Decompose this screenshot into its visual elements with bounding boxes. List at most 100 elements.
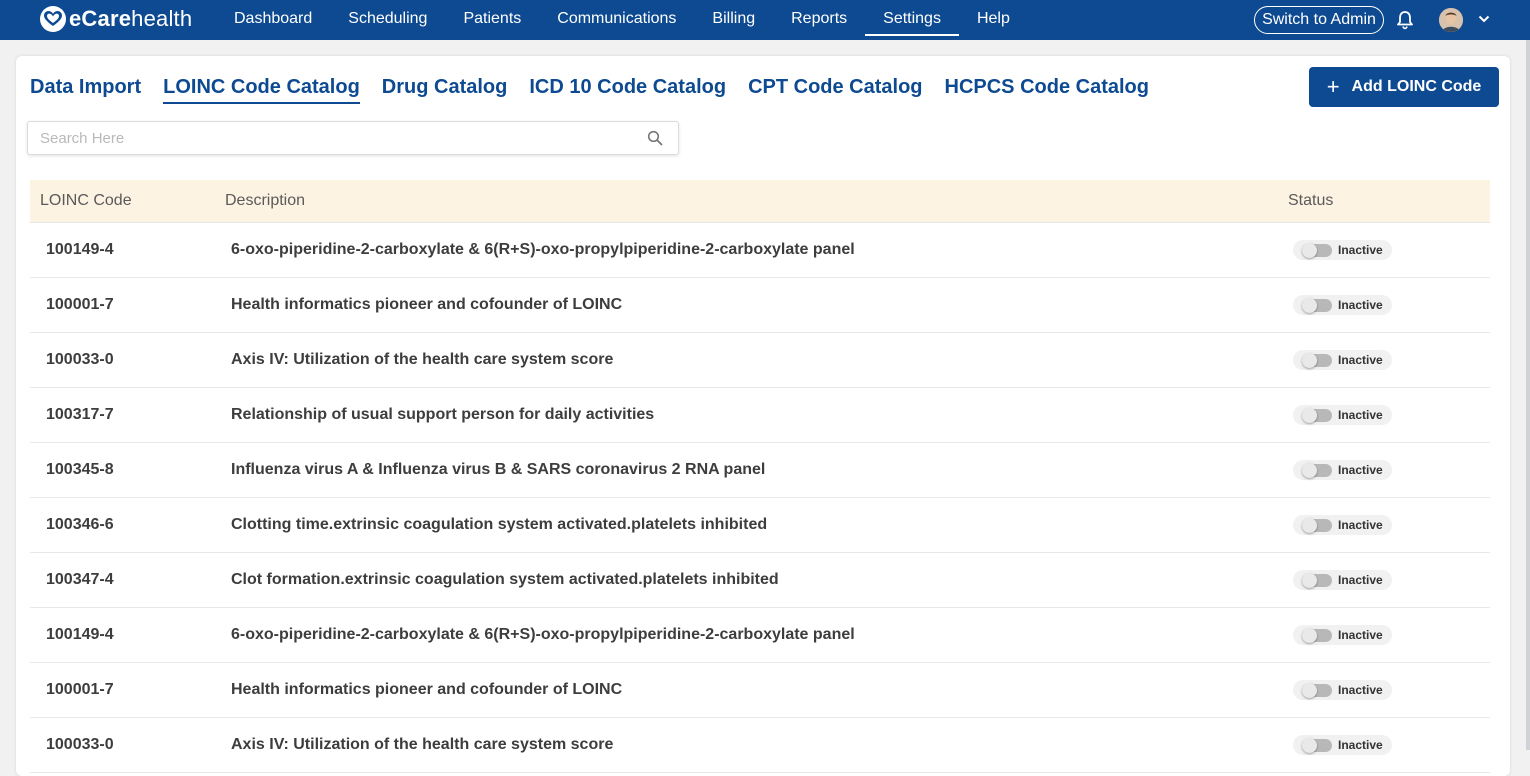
table-row[interactable]: 100317-7 Relationship of usual support p… xyxy=(30,388,1490,443)
catalog-card: Data Import LOINC Code Catalog Drug Cata… xyxy=(16,56,1510,776)
description-cell: Health informatics pioneer and cofounder… xyxy=(231,296,623,313)
add-loinc-code-button[interactable]: + Add LOINC Code xyxy=(1309,67,1499,107)
toggle-switch[interactable] xyxy=(1302,243,1332,258)
nav-help[interactable]: Help xyxy=(959,0,1028,40)
loinc-code-cell: 100033-0 xyxy=(46,736,114,753)
table-row[interactable]: 100001-7 Health informatics pioneer and … xyxy=(30,663,1490,718)
toggle-knob xyxy=(1302,298,1317,313)
column-header-description: Description xyxy=(225,192,306,209)
nav-reports[interactable]: Reports xyxy=(773,0,865,40)
toggle-knob xyxy=(1302,628,1317,643)
nav-communications[interactable]: Communications xyxy=(539,0,694,40)
loinc-code-cell: 100149-4 xyxy=(46,241,114,258)
table-header: LOINC Code Description Status xyxy=(30,180,1490,223)
status-toggle[interactable]: Inactive xyxy=(1293,460,1392,480)
table-row[interactable]: 100345-8 Influenza virus A & Influenza v… xyxy=(30,443,1490,498)
toggle-switch[interactable] xyxy=(1302,408,1332,423)
top-navbar: eCarehealth Dashboard Scheduling Patient… xyxy=(0,0,1530,40)
toggle-switch[interactable] xyxy=(1302,683,1332,698)
table-row[interactable]: 100346-6 Clotting time.extrinsic coagula… xyxy=(30,498,1490,553)
plus-icon: + xyxy=(1326,74,1340,99)
column-header-loinc-code: LOINC Code xyxy=(40,192,132,209)
description-cell: Axis IV: Utilization of the health care … xyxy=(231,736,614,753)
description-cell: Clot formation.extrinsic coagulation sys… xyxy=(231,571,779,588)
search-input[interactable] xyxy=(38,122,632,154)
logo-text: eCarehealth xyxy=(69,6,193,31)
heart-logo-icon xyxy=(40,6,66,32)
tab-drug-catalog[interactable]: Drug Catalog xyxy=(382,74,508,104)
toggle-knob xyxy=(1302,738,1317,753)
chevron-down-icon[interactable] xyxy=(1478,14,1490,24)
toggle-switch[interactable] xyxy=(1302,298,1332,313)
nav-patients[interactable]: Patients xyxy=(445,0,539,40)
status-toggle[interactable]: Inactive xyxy=(1293,625,1392,645)
status-label: Inactive xyxy=(1338,628,1383,642)
search-box xyxy=(27,121,679,155)
loinc-code-cell: 100346-6 xyxy=(46,516,114,533)
table-row[interactable]: 100149-4 6-oxo-piperidine-2-carboxylate … xyxy=(30,223,1490,278)
status-toggle[interactable]: Inactive xyxy=(1293,405,1392,425)
tab-icd10-code-catalog[interactable]: ICD 10 Code Catalog xyxy=(529,74,726,104)
loinc-code-cell: 100317-7 xyxy=(46,406,114,423)
status-label: Inactive xyxy=(1338,463,1383,477)
status-label: Inactive xyxy=(1338,243,1383,257)
loinc-code-cell: 100347-4 xyxy=(46,571,114,588)
status-toggle[interactable]: Inactive xyxy=(1293,515,1392,535)
toggle-switch[interactable] xyxy=(1302,573,1332,588)
page-scrollbar[interactable] xyxy=(1526,40,1530,750)
loinc-code-cell: 100033-0 xyxy=(46,351,114,368)
table-row[interactable]: 100001-7 Health informatics pioneer and … xyxy=(30,278,1490,333)
toggle-switch[interactable] xyxy=(1302,738,1332,753)
loinc-code-cell: 100001-7 xyxy=(46,681,114,698)
toggle-knob xyxy=(1302,353,1317,368)
description-cell: Influenza virus A & Influenza virus B & … xyxy=(231,461,766,478)
column-header-status: Status xyxy=(1288,192,1334,209)
nav-scheduling[interactable]: Scheduling xyxy=(330,0,445,40)
toggle-switch[interactable] xyxy=(1302,518,1332,533)
description-cell: Clotting time.extrinsic coagulation syst… xyxy=(231,516,768,533)
status-label: Inactive xyxy=(1338,518,1383,532)
toggle-knob xyxy=(1302,573,1317,588)
table-body: 100149-4 6-oxo-piperidine-2-carboxylate … xyxy=(30,223,1490,773)
loinc-code-cell: 100149-4 xyxy=(46,626,114,643)
status-label: Inactive xyxy=(1338,353,1383,367)
nav-dashboard[interactable]: Dashboard xyxy=(216,0,330,40)
status-toggle[interactable]: Inactive xyxy=(1293,295,1392,315)
tab-hcpcs-code-catalog[interactable]: HCPCS Code Catalog xyxy=(945,74,1149,104)
status-label: Inactive xyxy=(1338,298,1383,312)
table-row[interactable]: 100033-0 Axis IV: Utilization of the hea… xyxy=(30,333,1490,388)
user-avatar[interactable] xyxy=(1439,8,1463,32)
status-toggle[interactable]: Inactive xyxy=(1293,735,1392,755)
status-label: Inactive xyxy=(1338,683,1383,697)
table-row[interactable]: 100347-4 Clot formation.extrinsic coagul… xyxy=(30,553,1490,608)
status-label: Inactive xyxy=(1338,408,1383,422)
nav-settings[interactable]: Settings xyxy=(865,0,959,40)
status-toggle[interactable]: Inactive xyxy=(1293,570,1392,590)
search-icon[interactable] xyxy=(647,130,663,146)
loinc-table: LOINC Code Description Status 100149-4 6… xyxy=(30,180,1490,773)
nav-billing[interactable]: Billing xyxy=(694,0,773,40)
tab-cpt-code-catalog[interactable]: CPT Code Catalog xyxy=(748,74,922,104)
toggle-knob xyxy=(1302,243,1317,258)
toggle-knob xyxy=(1302,518,1317,533)
table-row[interactable]: 100149-4 6-oxo-piperidine-2-carboxylate … xyxy=(30,608,1490,663)
status-toggle[interactable]: Inactive xyxy=(1293,680,1392,700)
description-cell: Relationship of usual support person for… xyxy=(231,406,655,423)
toggle-switch[interactable] xyxy=(1302,463,1332,478)
bell-icon[interactable] xyxy=(1396,10,1414,30)
toggle-knob xyxy=(1302,683,1317,698)
add-button-label: Add LOINC Code xyxy=(1351,78,1482,95)
switch-to-admin-button[interactable]: Switch to Admin xyxy=(1254,6,1384,34)
tab-loinc-code-catalog[interactable]: LOINC Code Catalog xyxy=(163,74,360,104)
description-cell: Health informatics pioneer and cofounder… xyxy=(231,681,623,698)
main-nav: Dashboard Scheduling Patients Communicat… xyxy=(216,0,1028,40)
status-toggle[interactable]: Inactive xyxy=(1293,350,1392,370)
toggle-switch[interactable] xyxy=(1302,628,1332,643)
status-label: Inactive xyxy=(1338,573,1383,587)
ecarehealth-logo[interactable]: eCarehealth xyxy=(40,4,192,34)
toggle-switch[interactable] xyxy=(1302,353,1332,368)
tab-data-import[interactable]: Data Import xyxy=(30,74,141,104)
loinc-code-cell: 100001-7 xyxy=(46,296,114,313)
status-toggle[interactable]: Inactive xyxy=(1293,240,1392,260)
table-row[interactable]: 100033-0 Axis IV: Utilization of the hea… xyxy=(30,718,1490,773)
